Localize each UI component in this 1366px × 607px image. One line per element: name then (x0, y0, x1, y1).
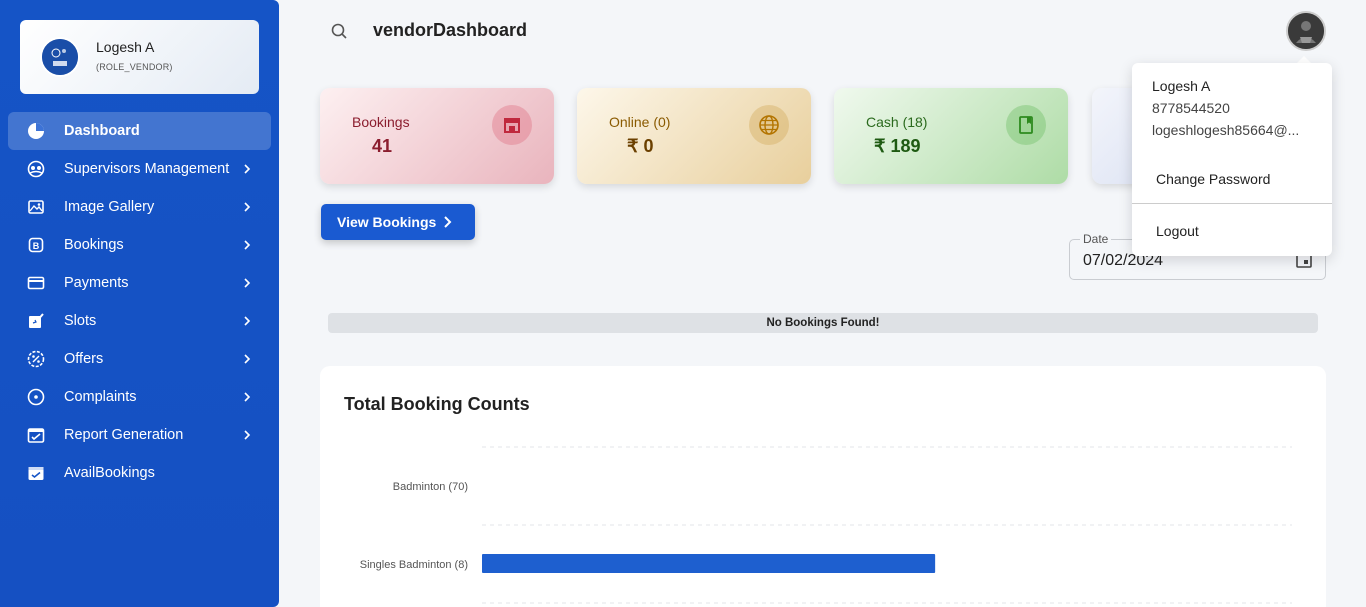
user-menu-phone: 8778544520 (1152, 100, 1230, 116)
sidebar-item-label: Payments (64, 275, 129, 291)
book-icon (1006, 105, 1046, 145)
sidebar-item-supervisors[interactable]: Supervisors Management (8, 150, 271, 188)
stat-label: Bookings (352, 114, 410, 130)
sidebar-item-label: AvailBookings (64, 465, 155, 481)
avatar (40, 37, 80, 77)
credit-card-icon (26, 273, 46, 293)
chevron-right-icon (244, 202, 251, 212)
sidebar-item-slots[interactable]: Slots (8, 302, 271, 340)
user-menu-name: Logesh A (1152, 78, 1211, 94)
booking-count-chart: Badminton (70) Singles Badminton (8) (360, 446, 1292, 604)
sidebar-item-label: Bookings (64, 237, 124, 253)
sidebar-item-bookings[interactable]: B Bookings (8, 226, 271, 264)
globe-icon (749, 105, 789, 145)
logout-menu-item[interactable]: Logout (1132, 213, 1332, 249)
stat-label: Online (0) (609, 114, 671, 130)
profile-name: Logesh A (96, 39, 155, 55)
stat-card-cash: Cash (18) ₹ 189 (834, 88, 1068, 184)
chevron-right-icon (244, 430, 251, 440)
sidebar-item-dashboard[interactable]: Dashboard (8, 112, 271, 150)
no-bookings-message: No Bookings Found! (328, 313, 1318, 333)
chevron-right-icon (244, 164, 251, 174)
chevron-right-icon (244, 316, 251, 326)
view-bookings-button[interactable]: View Bookings (321, 204, 475, 240)
sidebar-item-label: Image Gallery (64, 199, 155, 215)
edit-icon (26, 311, 46, 331)
chevron-right-icon (244, 278, 251, 288)
chevron-right-icon (244, 240, 251, 250)
chart-card: Total Booking Counts Badminton (70) Singl… (320, 366, 1326, 607)
change-password-menu-item[interactable]: Change Password (1132, 161, 1332, 197)
supervisor-icon (26, 159, 46, 179)
user-menu-email: logeshlogesh85664@... (1152, 122, 1300, 138)
date-label: Date (1080, 232, 1112, 246)
search-icon[interactable] (330, 22, 348, 40)
category-label: Singles Badminton (8) (360, 559, 468, 571)
report-icon (26, 425, 46, 445)
page-title: vendorDashboard (373, 20, 528, 40)
sidebar-item-label: Offers (64, 351, 104, 367)
profile-card: Logesh A (ROLE_VENDOR) (20, 20, 259, 94)
bar[interactable] (482, 554, 936, 573)
gallery-icon (26, 197, 46, 217)
sidebar: Logesh A (ROLE_VENDOR) Dashboard Supervi… (0, 0, 279, 607)
store-icon (492, 105, 532, 145)
user-avatar-button[interactable] (1286, 11, 1326, 51)
sidebar-item-label: Report Generation (64, 427, 184, 443)
profile-role: (ROLE_VENDOR) (96, 62, 173, 72)
discount-icon (26, 349, 46, 369)
chevron-right-icon (244, 392, 251, 402)
stat-card-bookings: Bookings 41 (320, 88, 554, 184)
category-label: Badminton (70) (393, 481, 468, 493)
chevron-right-icon (244, 354, 251, 364)
circle-dot-icon (26, 387, 46, 407)
sidebar-item-image-gallery[interactable]: Image Gallery (8, 188, 271, 226)
view-bookings-label: View Bookings (337, 214, 437, 230)
svg-text:B: B (33, 241, 40, 251)
sidebar-item-label: Supervisors Management (64, 161, 230, 177)
menu-divider (1132, 203, 1332, 204)
stat-label: Cash (18) (866, 114, 928, 130)
user-menu: Logesh A 8778544520 logeshlogesh85664@..… (1132, 63, 1332, 256)
chevron-right-icon (444, 216, 452, 228)
stat-value: 41 (372, 136, 393, 156)
pie-chart-icon (26, 121, 46, 141)
sidebar-item-label: Slots (64, 313, 97, 329)
sidebar-item-payments[interactable]: Payments (8, 264, 271, 302)
sidebar-item-label: Complaints (64, 389, 137, 405)
bookings-icon: B (26, 235, 46, 255)
sidebar-item-complaints[interactable]: Complaints (8, 378, 271, 416)
sidebar-item-report-generation[interactable]: Report Generation (8, 416, 271, 454)
sidebar-item-availbookings[interactable]: AvailBookings (8, 454, 271, 492)
stat-value: ₹ 189 (874, 136, 921, 156)
sidebar-item-label: Dashboard (64, 123, 140, 139)
calendar-check-icon (26, 463, 46, 483)
stat-card-online: Online (0) ₹ 0 (577, 88, 811, 184)
sidebar-item-offers[interactable]: Offers (8, 340, 271, 378)
stat-value: ₹ 0 (627, 136, 654, 156)
